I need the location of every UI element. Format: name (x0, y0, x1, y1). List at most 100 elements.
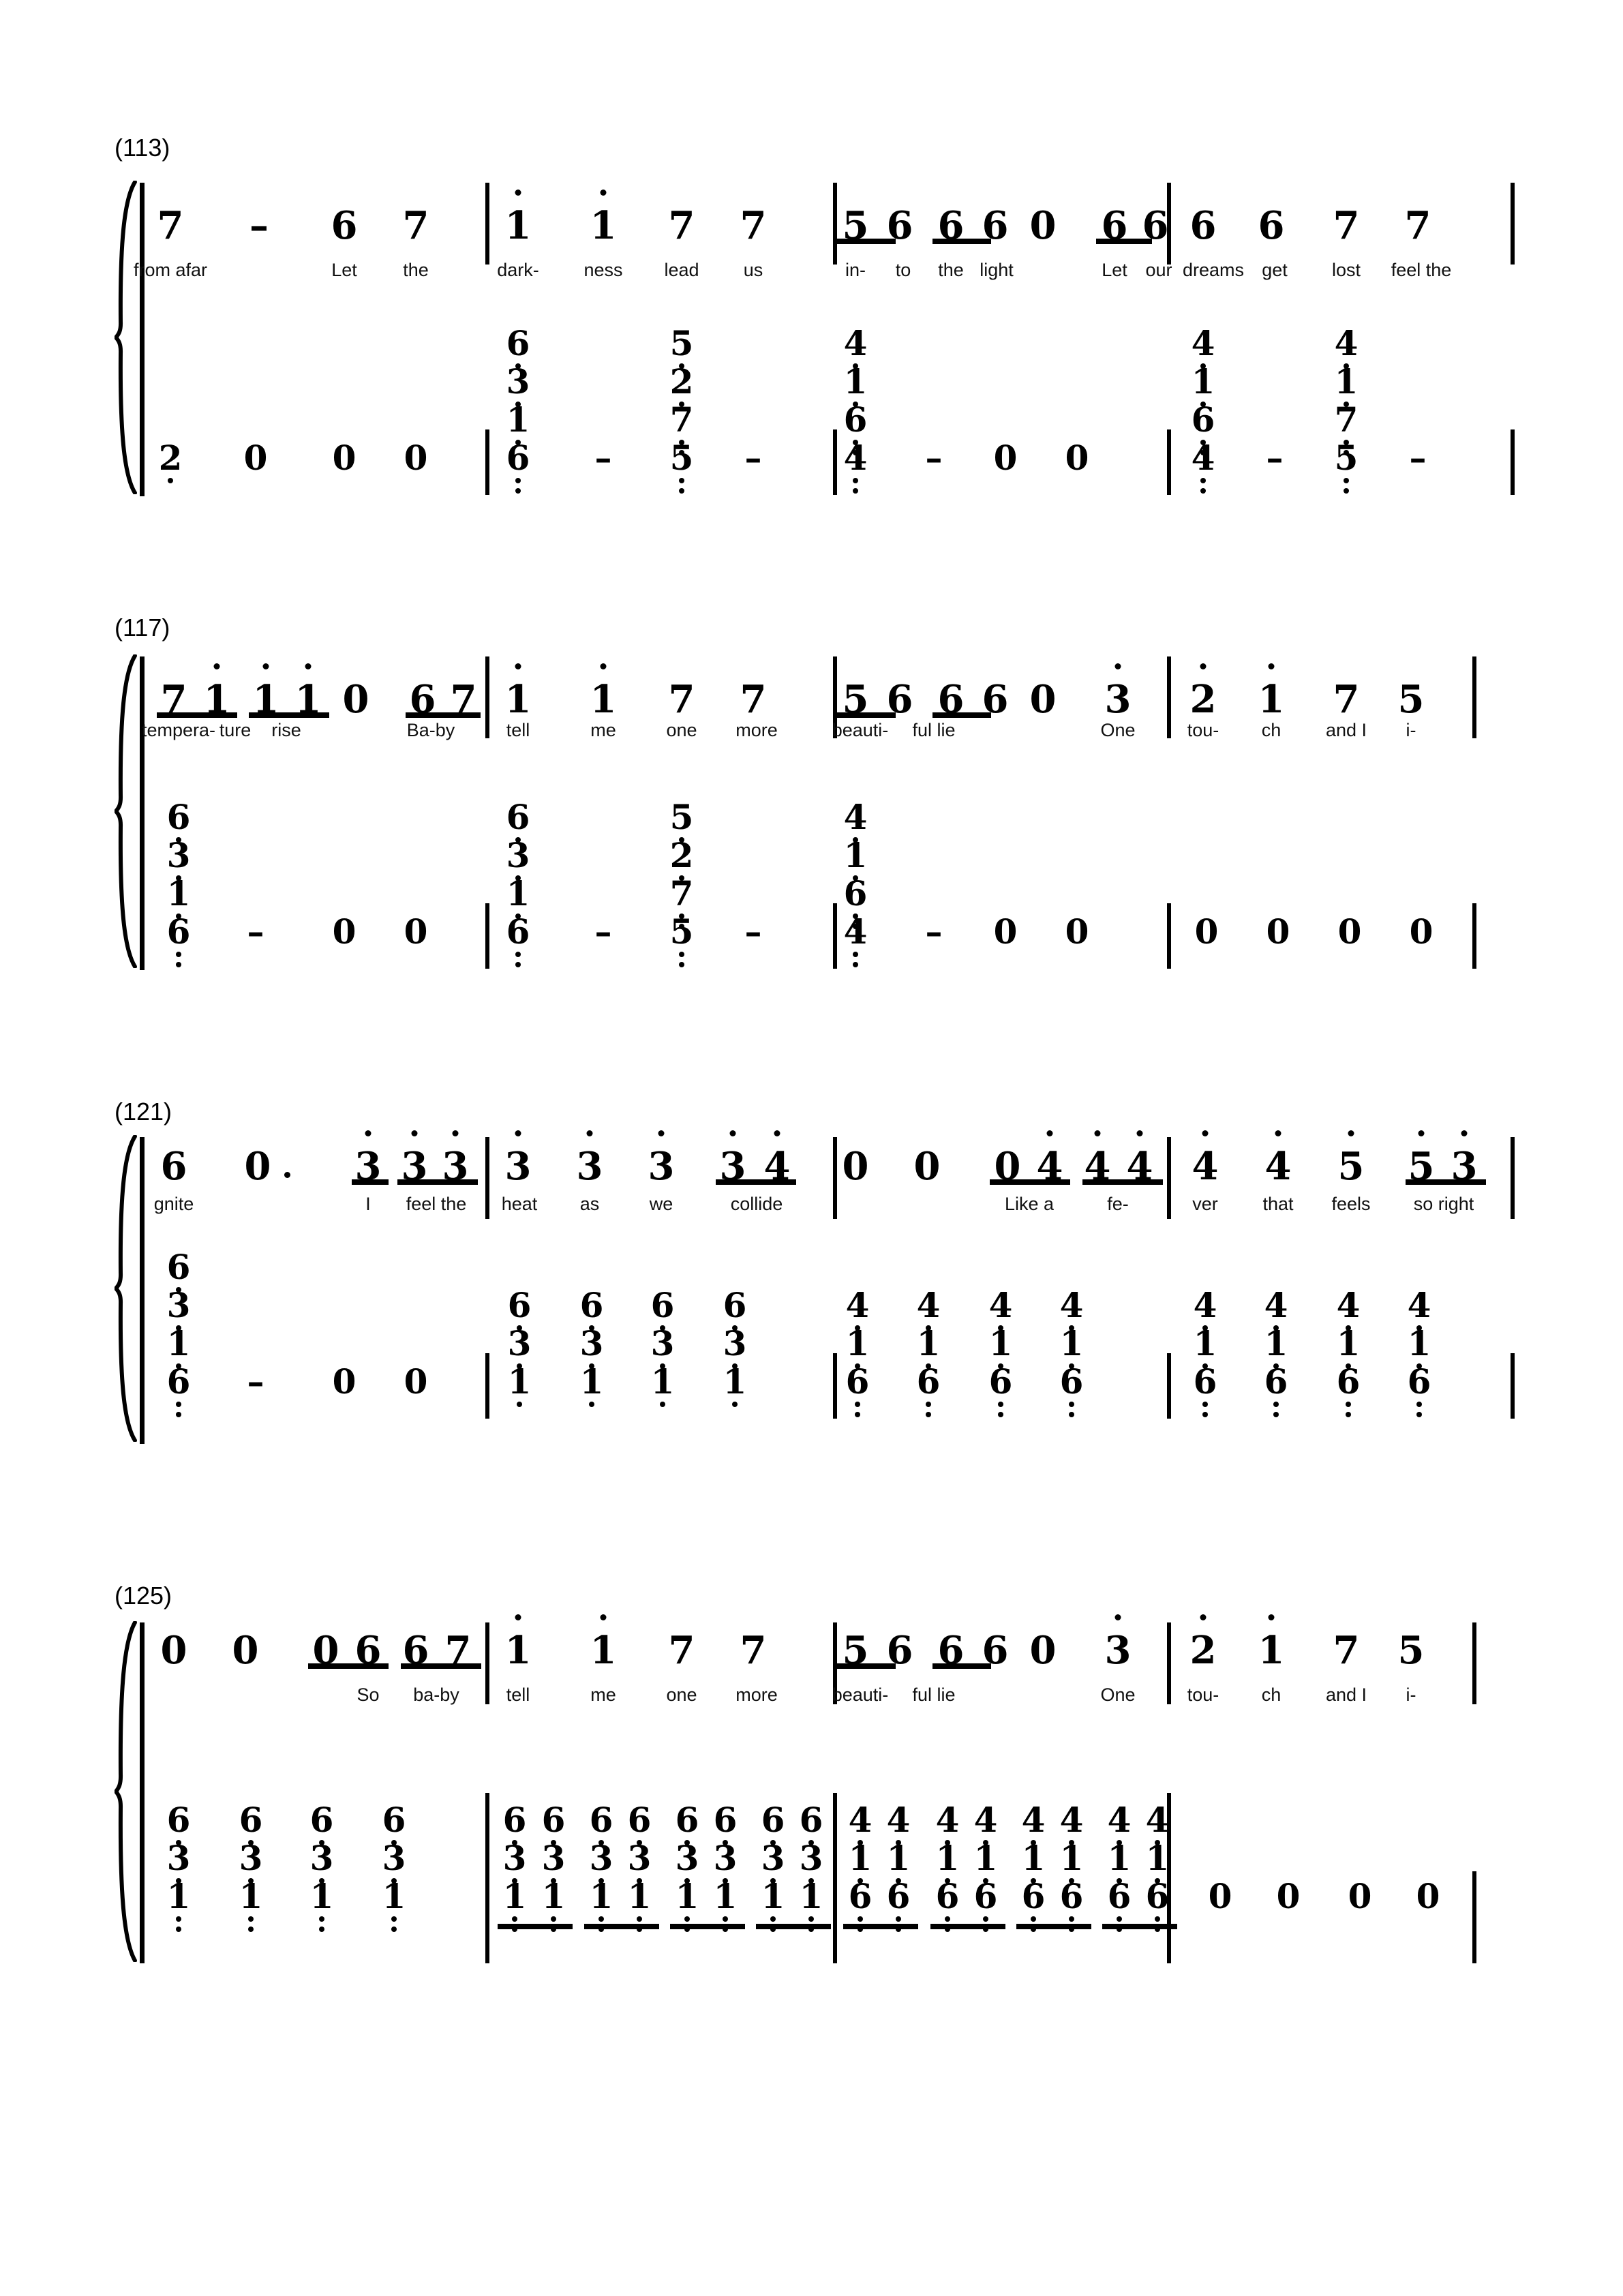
melody-note: 0 (1022, 1629, 1063, 1672)
melody-note: 6 (1183, 205, 1224, 247)
melody-note: 2 (1183, 1614, 1224, 1672)
bass-note: 1 (838, 1839, 882, 1884)
measure-number: (113) (115, 134, 170, 162)
chord-stack: 0 (322, 913, 366, 951)
bass-note: 0 (1337, 911, 1362, 952)
note-glyph: 3 (1097, 1614, 1138, 1672)
bass-note: 6 (1326, 1363, 1370, 1417)
chord-stack: 0 (394, 1363, 438, 1401)
octave-down-dot (176, 1402, 181, 1407)
lyric-syllable: feel the (1391, 260, 1452, 280)
note-glyph: 4 (1258, 1130, 1299, 1188)
measure-number: (121) (115, 1098, 172, 1126)
octave-down-dot (517, 1402, 522, 1407)
note-glyph: 0 (1029, 677, 1057, 722)
octave-up-dot (1094, 1130, 1101, 1136)
bass-note: 3 (496, 363, 540, 407)
bass-note: 1 (1397, 1325, 1441, 1369)
barline-bass (833, 1793, 837, 1963)
melody-note: 7 (1397, 205, 1438, 247)
bass-note: – (925, 438, 943, 478)
octave-down-dot-2 (998, 1412, 1003, 1417)
chord-stack: – (581, 439, 625, 477)
octave-down-dot (391, 1916, 397, 1922)
melody-note: 6 (1251, 205, 1292, 247)
chord-stack: 631 (229, 1801, 273, 1932)
melody-note: 0 (835, 1145, 876, 1188)
chord-stack: – (731, 913, 775, 951)
octave-down-dot (176, 952, 181, 957)
octave-down-dot (732, 1402, 738, 1407)
beam (932, 712, 991, 718)
bass-note: 6 (1183, 1363, 1227, 1417)
bass-note: 6 (372, 1801, 416, 1845)
note-glyph: 5 (1397, 1628, 1425, 1673)
bass-note: 4 (838, 1801, 882, 1845)
bass-note: 0 (404, 911, 428, 952)
lyric-syllable: i- (1406, 720, 1416, 740)
chord-stack: 631 (157, 1801, 200, 1932)
octave-down-dot-2 (319, 1927, 324, 1932)
melody-note: 5 (1391, 678, 1431, 721)
grand-staff-brace (115, 654, 142, 968)
chord-stack: 5275 (660, 324, 703, 494)
octave-down-dot-2 (853, 488, 858, 494)
chord-stack: 4164 (834, 324, 877, 494)
bass-note: 4 (1181, 324, 1225, 369)
bass-note: 1 (300, 1877, 344, 1932)
bass-note: 3 (618, 1839, 661, 1884)
octave-up-dot (1418, 1130, 1425, 1136)
chord-stack: – (581, 913, 625, 951)
bass-note: 3 (496, 836, 540, 881)
bass-note: 3 (498, 1325, 541, 1369)
octave-down-dot-2 (176, 962, 181, 967)
melody-note: 0 (153, 1629, 194, 1672)
bass-note: 7 (660, 875, 703, 929)
bass-note: 4 (1097, 1801, 1141, 1845)
melody-note: 3 (641, 1130, 682, 1188)
melody-note: 7 (150, 205, 191, 247)
bass-note: 4 (979, 1286, 1022, 1331)
chord-stack: 0 (1185, 913, 1228, 951)
chord-stack: 416 (964, 1801, 1007, 1932)
melody-note: 3 (1097, 663, 1138, 721)
bass-note: 4 (877, 1801, 920, 1845)
bass-note: 6 (836, 1363, 879, 1417)
beam (406, 712, 481, 718)
measure-number: (117) (115, 614, 170, 641)
bass-note: 2 (660, 836, 703, 881)
beam (932, 239, 991, 244)
bass-note: 3 (641, 1325, 684, 1369)
melody-note: 4 (1258, 1130, 1299, 1188)
barline-bass (485, 1353, 489, 1419)
chord-stack: 416 (877, 1801, 920, 1932)
bass-note: 4 (834, 324, 877, 369)
chord-stack: 6316 (157, 798, 200, 967)
bass-note: – (744, 911, 762, 952)
bass-note: 1 (1324, 363, 1368, 407)
chord-stack: 6316 (496, 798, 540, 967)
octave-up-dot (729, 1130, 736, 1136)
bass-note: 6 (877, 1877, 920, 1932)
bass-note: 3 (532, 1839, 575, 1884)
bass-note: – (594, 911, 612, 952)
octave-down-dot (176, 1916, 181, 1922)
chord-stack: 416 (1097, 1801, 1141, 1932)
bass-note: 0 (1266, 911, 1290, 952)
melody-note: 7 (733, 1629, 774, 1672)
bass-note: 6 (496, 439, 540, 494)
octave-down-dot-2 (1069, 1412, 1074, 1417)
bass-note: 1 (789, 1877, 833, 1932)
octave-up-dot (1200, 663, 1207, 669)
bass-note: 7 (660, 401, 703, 455)
chord-stack: 631 (703, 1801, 747, 1932)
octave-down-dot (770, 1916, 776, 1922)
octave-down-dot (1273, 1402, 1279, 1407)
note-glyph: 0 (1029, 1628, 1057, 1673)
bass-note: 4 (1181, 439, 1225, 494)
bass-note: 0 (1065, 438, 1089, 478)
octave-down-dot (723, 1916, 728, 1922)
note-glyph: 5 (1331, 1130, 1371, 1188)
bass-note: 0 (243, 438, 268, 478)
note-glyph: 7 (668, 677, 695, 722)
